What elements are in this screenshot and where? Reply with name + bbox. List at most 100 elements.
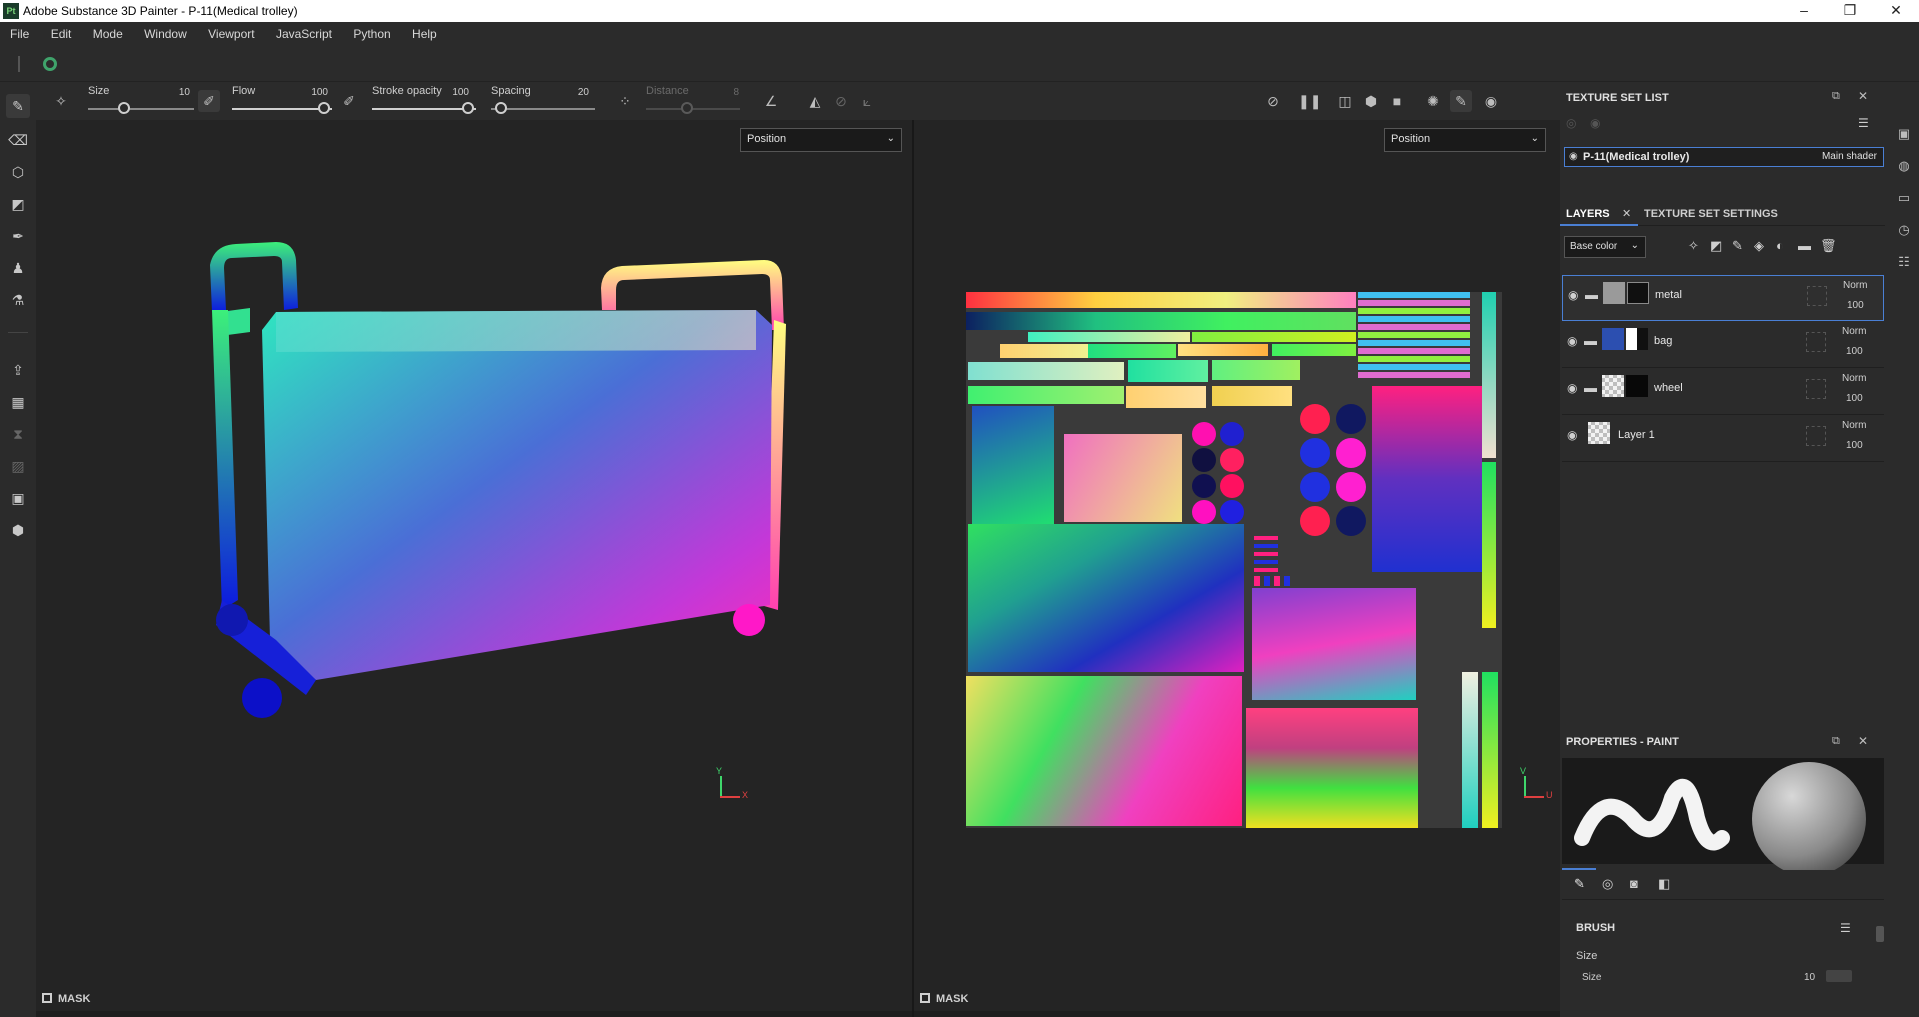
layer-name[interactable]: bag	[1654, 335, 1672, 347]
pen-pressure-icon[interactable]: ✐	[198, 90, 220, 112]
shelf-icon[interactable]: ▭	[1894, 188, 1914, 208]
menu-javascript[interactable]: JavaScript	[267, 22, 341, 46]
menu-help[interactable]: Help	[403, 22, 446, 46]
spacing-value[interactable]: 20	[559, 87, 589, 98]
layer-opacity[interactable]: 100	[1846, 346, 1863, 357]
pause-icon[interactable]: ❚❚	[1298, 90, 1321, 112]
close-panel-icon[interactable]: ✕	[1858, 734, 1868, 748]
stencil-tab-icon[interactable]: ◧	[1658, 876, 1670, 892]
layer-opacity[interactable]: 100	[1846, 393, 1863, 404]
eye-icon[interactable]: ◉	[1567, 334, 1577, 348]
paint-mode-icon[interactable]: ✺	[1422, 90, 1444, 112]
menu-edit[interactable]: Edit	[42, 22, 81, 46]
flow-value[interactable]: 100	[298, 87, 328, 98]
viewport-2d[interactable]: Position ⌄ V U	[914, 120, 1560, 1000]
display-settings-icon[interactable]: ▣	[6, 486, 30, 510]
history-icon[interactable]: ◷	[1894, 220, 1914, 240]
smudge-icon[interactable]: ✒	[6, 224, 30, 248]
layer-row-bag[interactable]: ◉ ▬ bag Norm 100	[1562, 322, 1884, 368]
mask-checkbox[interactable]	[920, 993, 930, 1003]
menu-file[interactable]: File	[10, 22, 38, 46]
trolley-3d-model[interactable]	[36, 120, 912, 1000]
layer-row-wheel[interactable]: ◉ ▬ wheel Norm 100	[1562, 369, 1884, 415]
channel-dropdown[interactable]: Base color ⌄	[1564, 236, 1646, 258]
lazy-mouse-icon[interactable]: ⁘	[614, 90, 636, 112]
layer-name[interactable]: Layer 1	[1618, 429, 1655, 441]
spacing-slider-handle[interactable]	[495, 102, 507, 114]
close-window-button[interactable]: ✕	[1873, 0, 1919, 22]
layer-row-layer-1[interactable]: ◉ Layer 1 Norm 100	[1562, 416, 1884, 462]
size-slider-handle[interactable]	[118, 102, 130, 114]
layer-name[interactable]: metal	[1655, 289, 1682, 301]
blend-mode[interactable]: Norm	[1843, 280, 1867, 291]
mask-thumbnail[interactable]	[1626, 375, 1648, 397]
close-tab-icon[interactable]: ✕	[1622, 207, 1631, 220]
stroke-opacity-slider[interactable]	[372, 108, 476, 110]
uv-texture-map[interactable]	[966, 292, 1502, 828]
mask-bar-2d[interactable]: MASK	[914, 989, 1560, 1011]
maximize-button[interactable]: ❐	[1827, 0, 1873, 22]
layer-opacity[interactable]: 100	[1847, 300, 1864, 311]
screenshot-icon[interactable]: ◉	[1480, 90, 1502, 112]
plugin-icon[interactable]	[43, 57, 57, 71]
flow-slider[interactable]	[232, 108, 332, 110]
stroke-opacity-value[interactable]: 100	[439, 87, 469, 98]
close-panel-icon[interactable]: ✕	[1858, 89, 1868, 103]
viewport-2d-channel-dropdown[interactable]: Position ⌄	[1384, 128, 1546, 152]
log-icon[interactable]: ☷	[1894, 252, 1914, 272]
color-picker-icon[interactable]: ⚗	[6, 288, 30, 312]
menu-python[interactable]: Python	[344, 22, 399, 46]
layer-name[interactable]: wheel	[1654, 382, 1683, 394]
size-spinner[interactable]	[1826, 970, 1852, 982]
menu-icon[interactable]: ☰	[1858, 116, 1869, 130]
size-field[interactable]: 10	[1804, 972, 1815, 983]
size-value[interactable]: 10	[160, 87, 190, 98]
path-icon[interactable]: ⟀	[856, 90, 878, 112]
properties-scrollbar[interactable]	[1876, 926, 1884, 942]
material-tab-icon[interactable]: ◎	[1602, 876, 1613, 892]
camera-icon[interactable]: ■	[1386, 90, 1408, 112]
viewer-settings-icon[interactable]: ⬢	[6, 518, 30, 542]
mask-bar-3d[interactable]: MASK	[36, 989, 912, 1011]
clone-stamp-icon[interactable]: ♟	[6, 256, 30, 280]
popout-icon[interactable]: ⧉	[1832, 90, 1840, 103]
brush-mode-icon[interactable]: ✎	[1450, 90, 1472, 112]
3d-view-icon[interactable]: ⬢	[1360, 90, 1382, 112]
brush-preset-icon[interactable]: ✧	[50, 90, 72, 112]
display-settings-icon[interactable]: ▣	[1894, 124, 1914, 144]
eye-icon[interactable]: ◉	[1567, 428, 1577, 442]
layer-opacity[interactable]: 100	[1846, 440, 1863, 451]
hide-overlay-icon[interactable]: ⊘	[1262, 90, 1284, 112]
eye-icon[interactable]: ◉	[1569, 151, 1578, 162]
menu-mode[interactable]: Mode	[84, 22, 132, 46]
brush-tab-icon[interactable]: ✎	[1574, 876, 1585, 892]
eraser-icon[interactable]: ⌫	[6, 128, 30, 152]
add-folder-icon[interactable]: ▬	[1798, 238, 1811, 253]
mask-checkbox[interactable]	[42, 993, 52, 1003]
split-view-icon[interactable]: ◫	[1334, 90, 1356, 112]
size-slider[interactable]	[88, 108, 194, 110]
projection-icon[interactable]: ⬡	[6, 160, 30, 184]
blend-mode[interactable]: Norm	[1842, 326, 1866, 337]
add-mask-icon[interactable]: ◩	[1710, 238, 1722, 254]
mask-thumbnail[interactable]	[1627, 282, 1649, 304]
alpha-tab-icon[interactable]: ◙	[1630, 876, 1638, 891]
menu-window[interactable]: Window	[135, 22, 196, 46]
tab-texture-set-settings[interactable]: TEXTURE SET SETTINGS	[1644, 208, 1778, 220]
section-menu-icon[interactable]: ☰	[1840, 921, 1851, 935]
add-effect-icon[interactable]: ✧	[1688, 238, 1699, 254]
tab-layers[interactable]: LAYERS	[1566, 208, 1610, 220]
texture-set-item[interactable]: ◉ P-11(Medical trolley) Main shader	[1564, 147, 1884, 167]
flow-slider-handle[interactable]	[318, 102, 330, 114]
blend-mode[interactable]: Norm	[1842, 373, 1866, 384]
add-fill-layer-icon[interactable]: ◈	[1754, 238, 1764, 254]
layer-row-metal[interactable]: ◉ ▬ metal Norm 100	[1562, 275, 1884, 321]
eye-icon[interactable]: ◉	[1568, 288, 1578, 302]
eye-icon[interactable]: ◉	[1567, 381, 1577, 395]
texture-set-shader[interactable]: Main shader	[1822, 151, 1877, 162]
menu-viewport[interactable]: Viewport	[199, 22, 263, 46]
bake-icon[interactable]: ▦	[6, 390, 30, 414]
mask-thumbnail[interactable]	[1626, 328, 1648, 350]
popout-icon[interactable]: ⧉	[1832, 735, 1840, 748]
symmetry-icon[interactable]: ◭	[804, 90, 826, 112]
